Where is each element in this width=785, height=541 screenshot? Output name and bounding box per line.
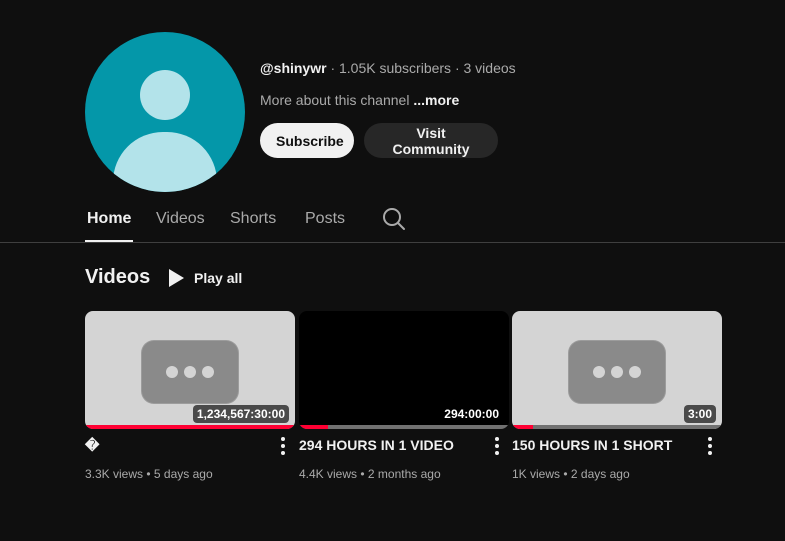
watch-progress-bar (299, 425, 329, 429)
tab-shorts[interactable]: Shorts (230, 210, 276, 228)
view-count: 1K views (512, 467, 561, 481)
tabs-divider (0, 242, 785, 243)
video-metadata: 4.4K views • 2 months ago (299, 467, 441, 481)
more-options-icon[interactable] (489, 435, 505, 457)
more-label: ...more (409, 92, 460, 108)
video-card: 1,234,567:30:00 � 3.3K views • 5 days ag… (85, 311, 295, 481)
video-thumbnail[interactable]: 294:00:00 (299, 311, 509, 429)
duration-badge: 294:00:00 (440, 405, 503, 423)
tab-posts[interactable]: Posts (305, 210, 345, 228)
video-card: 3:00 150 HOURS IN 1 SHORT 1K views • 2 d… (512, 311, 722, 481)
watch-progress-bar (85, 425, 295, 429)
placeholder-thumbnail-icon (569, 341, 665, 403)
video-metadata: 3.3K views • 5 days ago (85, 467, 213, 481)
upload-age: 2 days ago (570, 467, 630, 481)
more-about-channel-link[interactable]: More about this channel ...more (260, 92, 459, 108)
watch-progress-track (299, 425, 509, 429)
channel-stats: · 1.05K subscribers · 3 videos (326, 60, 516, 76)
more-options-icon[interactable] (702, 435, 718, 457)
video-thumbnail[interactable]: 1,234,567:30:00 (85, 311, 295, 429)
visit-community-button[interactable]: Visit Community (364, 123, 498, 158)
duration-badge: 1,234,567:30:00 (192, 405, 289, 423)
view-count: 3.3K views (85, 467, 144, 481)
view-count: 4.4K views (299, 467, 358, 481)
video-metadata: 1K views • 2 days ago (512, 467, 630, 481)
watch-progress-bar (512, 425, 533, 429)
tab-home[interactable]: Home (87, 210, 131, 228)
video-thumbnail[interactable]: 3:00 (512, 311, 722, 429)
section-title: Videos (85, 266, 151, 288)
tab-videos[interactable]: Videos (156, 210, 205, 228)
play-all-button[interactable]: Play all (166, 266, 242, 290)
more-options-icon[interactable] (275, 435, 291, 457)
search-icon[interactable] (381, 206, 407, 232)
channel-handle: @shinywr (260, 60, 327, 76)
video-title[interactable]: � (85, 437, 99, 454)
placeholder-thumbnail-icon (142, 341, 238, 403)
upload-age: 2 months ago (367, 467, 441, 481)
channel-stats-line: @shinywr · 1.05K subscribers · 3 videos (260, 60, 516, 76)
avatar-body-shape (113, 132, 217, 192)
duration-badge: 3:00 (683, 405, 716, 423)
avatar-head-shape (140, 70, 190, 120)
about-label: More about this channel (260, 92, 410, 108)
video-card: 294:00:00 294 HOURS IN 1 VIDEO 4.4K view… (299, 311, 509, 481)
play-all-label: Play all (194, 270, 243, 286)
video-title[interactable]: 150 HOURS IN 1 SHORT (512, 437, 672, 453)
upload-age: 5 days ago (153, 467, 213, 481)
channel-avatar[interactable] (85, 32, 245, 192)
video-title[interactable]: 294 HOURS IN 1 VIDEO (299, 437, 454, 453)
watch-progress-track (512, 425, 722, 429)
subscribe-button[interactable]: Subscribe (260, 123, 354, 158)
play-icon (169, 269, 184, 287)
